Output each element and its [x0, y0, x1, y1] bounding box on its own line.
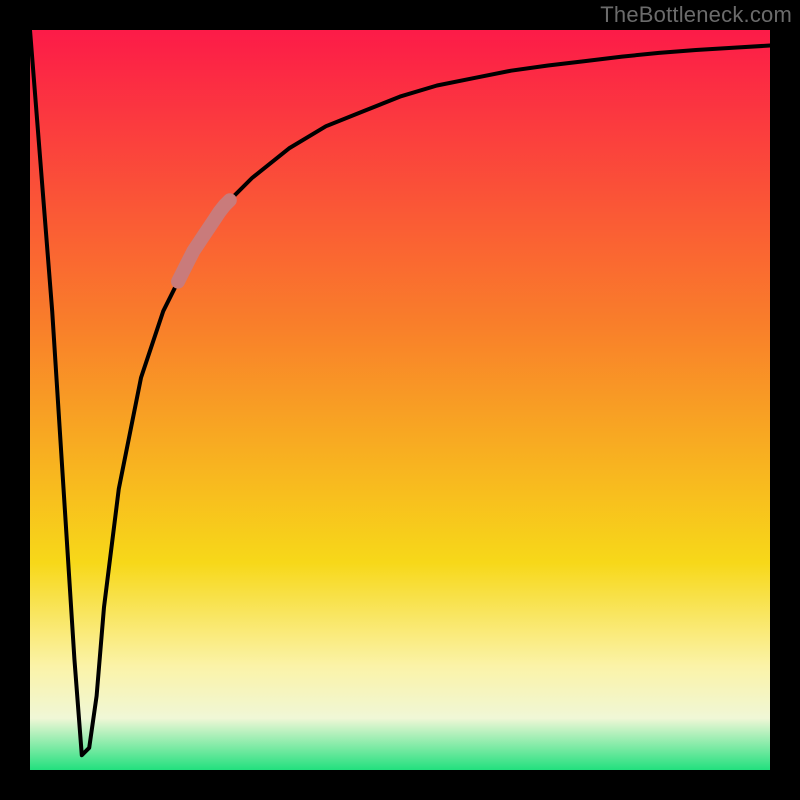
plot-area	[30, 30, 770, 770]
bottleneck-chart	[0, 0, 800, 800]
chart-frame: TheBottleneck.com	[0, 0, 800, 800]
attribution-text: TheBottleneck.com	[600, 2, 792, 28]
